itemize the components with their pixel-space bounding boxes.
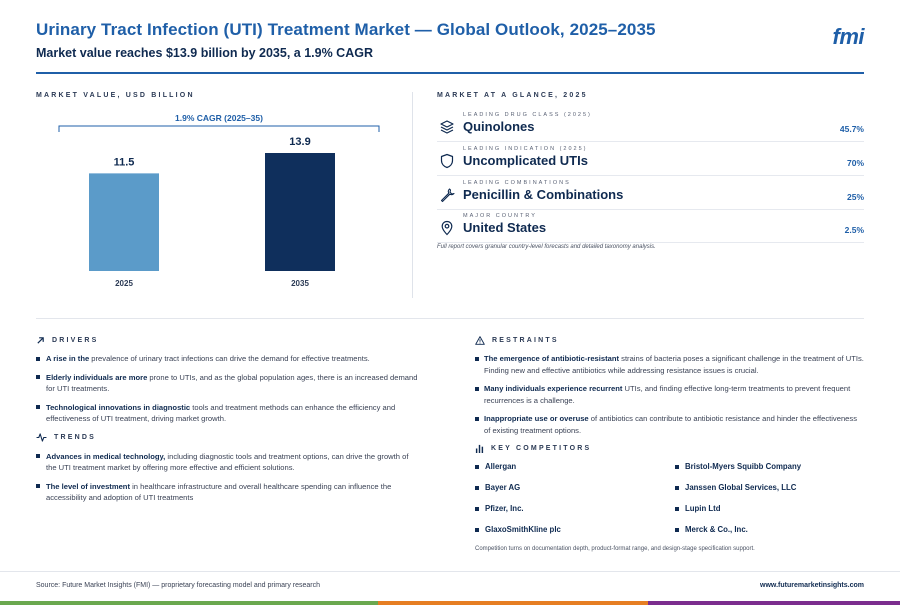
competitor-item: Merck & Co., Inc. [675,525,748,534]
competitor-item: GlaxoSmithKline plc [475,525,561,534]
cagr-annotation: 1.9% CAGR (2025–35) [175,113,263,123]
competitors-label: KEY COMPETITORS [491,444,592,452]
list-item: The level of investment in healthcare in… [36,481,420,504]
glance-item-country: MAJOR COUNTRY United States 2.5% [437,213,864,243]
drivers-heading: DRIVERS [36,334,420,346]
warning-icon [475,335,485,345]
competitors-heading: KEY COMPETITORS [475,442,864,454]
competitor-item: Bristol-Myers Squibb Company [675,462,801,471]
competitor-item: Janssen Global Services, LLC [675,483,796,492]
market-value-chart: 1.9% CAGR (2025–35) 11.5 2025 13.9 2035 [58,113,380,288]
strip-segment [648,601,900,605]
brand-color-strip [0,601,900,605]
fmi-logo: fmi [832,24,865,49]
glance-value: Penicillin & Combinations [463,187,624,202]
list-item: Many individuals experience recurrent UT… [475,383,864,406]
competitor-item: Bayer AG [475,483,520,492]
shield-icon [440,153,454,169]
activity-icon [36,433,47,442]
layers-icon [440,120,454,134]
glance-item-combinations: LEADING COMBINATIONS Penicillin & Combin… [437,180,864,210]
drivers-trends-column: DRIVERS A rise in the prevalence of urin… [36,334,420,511]
strip-segment [0,601,378,605]
glance-section-label: MARKET AT A GLANCE, 2025 [437,92,588,99]
panel-divider [412,92,413,298]
competitor-item: Allergan [475,462,516,471]
drivers-list: A rise in the prevalence of urinary trac… [36,353,420,425]
header-divider [36,72,864,74]
page-subtitle: Market value reaches $13.9 billion by 20… [36,46,373,60]
report-header: Urinary Tract Infection (UTI) Treatment … [36,20,864,60]
bar-2025 [89,173,159,271]
restraints-list: The emergence of antibiotic-resistant st… [475,353,864,436]
map-pin-icon [441,220,453,236]
glance-metric: 45.7% [839,124,864,134]
strip-segment [378,601,648,605]
glance-footnote: Full report covers granular country-leve… [437,244,656,250]
competitors-footnote: Competition turns on documentation depth… [475,546,755,552]
glance-metric: 25% [846,192,864,202]
glance-item-indication: LEADING INDICATION (2025) Uncomplicated … [437,146,864,176]
glance-value: United States [463,220,547,235]
footer-divider [0,571,900,572]
page-title: Urinary Tract Infection (UTI) Treatment … [36,20,656,39]
key-competitors-section: KEY COMPETITORS Allergan Bayer AG Pfizer… [475,442,864,552]
x-tick-label: 2035 [291,279,309,288]
competitor-item: Pfizer, Inc. [475,504,524,513]
trends-label: TRENDS [54,434,96,441]
glance-eyebrow: LEADING DRUG CLASS (2025) [463,112,592,118]
section-divider [36,318,864,319]
list-item: Technological innovations in diagnostic … [36,402,420,425]
restraints-heading: RESTRAINTS [475,334,864,346]
trends-list: Advances in medical technology, includin… [36,451,420,504]
bar-chart-icon [475,444,484,453]
glance-metric: 70% [846,158,864,168]
glance-item-drug-class: LEADING DRUG CLASS (2025) Quinolones 45.… [437,112,864,142]
glance-eyebrow: LEADING INDICATION (2025) [463,146,588,152]
chart-section-label: MARKET VALUE, USD BILLION [36,92,195,99]
glance-value: Uncomplicated UTIs [463,153,588,168]
bar-value-label: 11.5 [114,156,135,168]
glance-eyebrow: LEADING COMBINATIONS [463,180,571,186]
list-item: Advances in medical technology, includin… [36,451,420,474]
restraints-column: RESTRAINTS The emergence of antibiotic-r… [475,334,864,443]
list-item: A rise in the prevalence of urinary trac… [36,353,420,365]
cagr-bracket [58,125,380,132]
bar-2035 [265,153,335,271]
bar-value-label: 13.9 [289,136,310,148]
glance-metric: 2.5% [844,225,864,235]
glance-eyebrow: MAJOR COUNTRY [463,213,537,219]
market-value-panel: MARKET VALUE, USD BILLION 1.9% CAGR (202… [36,92,406,302]
competitor-item: Lupin Ltd [675,504,721,513]
restraints-label: RESTRAINTS [492,336,559,344]
competitors-grid: Allergan Bayer AG Pfizer, Inc. GlaxoSmit… [475,462,864,552]
wrench-icon [440,188,455,203]
list-item: Inappropriate use or overuse of antibiot… [475,413,864,436]
list-item: Elderly individuals are more prone to UT… [36,372,420,395]
arrow-up-right-icon [37,336,44,344]
glance-value: Quinolones [463,119,535,134]
x-tick-label: 2025 [115,279,133,288]
website-link[interactable]: www.futuremarketinsights.com [760,582,864,589]
trends-heading: TRENDS [36,432,420,444]
list-item: The emergence of antibiotic-resistant st… [475,353,864,376]
source-note: Source: Future Market Insights (FMI) — p… [36,582,320,589]
drivers-label: DRIVERS [52,336,99,344]
